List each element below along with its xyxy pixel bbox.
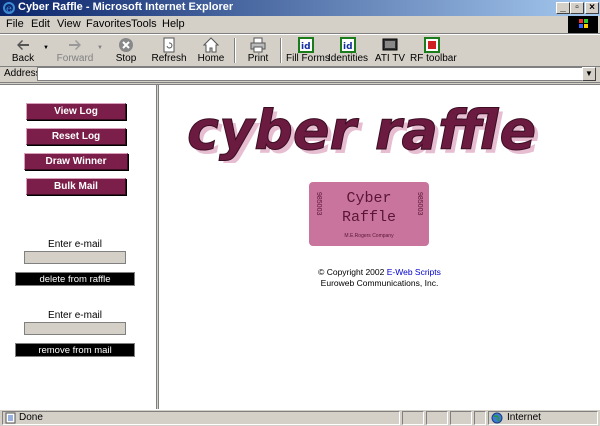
back-button[interactable]: Back: [4, 35, 42, 66]
reset-log-button[interactable]: Reset Log: [26, 128, 126, 145]
zone-panel: Internet: [488, 411, 598, 425]
fill-forms-label: Fill Forms: [286, 53, 330, 64]
menu-help[interactable]: Help: [162, 18, 185, 30]
copyright-prefix: © Copyright 2002: [318, 267, 387, 277]
ticket-subtext: M.E.Rogers Company: [344, 233, 394, 239]
cyber-raffle-logo: cyber raffle cyber raffle: [187, 103, 540, 163]
close-button[interactable]: ×: [585, 2, 599, 14]
remove-from-mail-button[interactable]: remove from mail: [15, 343, 135, 357]
maximize-button[interactable]: ▫: [570, 2, 584, 14]
stop-label: Stop: [115, 53, 137, 64]
toolbar-separator: [280, 38, 282, 63]
stop-button[interactable]: Stop: [108, 35, 144, 66]
identities-button[interactable]: id Identities: [328, 35, 368, 66]
tv-icon: [382, 38, 398, 51]
forward-arrow-icon: [69, 40, 81, 50]
refresh-icon: [163, 37, 175, 53]
identities-label: Identities: [328, 53, 369, 64]
stop-icon: [119, 38, 133, 52]
status-panel: [426, 411, 448, 425]
fill-forms-icon: id: [298, 37, 314, 53]
home-icon: [203, 37, 219, 53]
menu-edit[interactable]: Edit: [31, 18, 50, 30]
back-arrow-icon: [17, 40, 29, 50]
print-label: Print: [247, 53, 269, 64]
svg-text:id: id: [343, 42, 353, 52]
bulk-mail-button[interactable]: Bulk Mail: [26, 178, 126, 195]
ati-tv-button[interactable]: ATI TV: [372, 35, 408, 66]
address-input[interactable]: [37, 67, 583, 81]
forward-label: Forward: [56, 53, 94, 64]
delete-email-field[interactable]: [24, 251, 126, 264]
menu-file[interactable]: File: [6, 18, 24, 30]
svg-text:id: id: [301, 42, 311, 52]
back-label: Back: [11, 53, 35, 64]
status-bar: Done Internet: [0, 409, 600, 426]
toolbar: Back ▼ Forward ▼ Stop Refresh Home Print…: [0, 34, 600, 67]
ticket-line1: Cyber: [346, 190, 392, 207]
raffle-ticket-image: 985003 Cyber Raffle 985003 M.E.Rogers Co…: [309, 182, 429, 246]
toolbar-separator: [234, 38, 236, 63]
ie-icon: e: [3, 2, 15, 15]
window-title: Cyber Raffle - Microsoft Internet Explor…: [18, 1, 234, 13]
home-button[interactable]: Home: [193, 35, 229, 66]
status-panel: [474, 411, 486, 425]
svg-text:e: e: [6, 4, 12, 15]
delete-from-raffle-button[interactable]: delete from raffle: [15, 272, 135, 286]
menu-tools[interactable]: Tools: [131, 18, 157, 30]
enter-email-label: Enter e-mail: [48, 310, 102, 321]
address-dropdown-button[interactable]: ▼: [582, 67, 596, 81]
back-dropdown[interactable]: ▼: [42, 35, 50, 66]
menu-bar: File Edit View Favorites Tools Help: [0, 16, 600, 34]
title-bar: e Cyber Raffle - Microsoft Internet Expl…: [0, 0, 600, 16]
right-frame: cyber raffle cyber raffle 985003 Cyber R…: [159, 85, 600, 409]
ticket-number-right: 985003: [416, 192, 423, 216]
forward-button[interactable]: Forward: [54, 35, 96, 66]
browser-content: View Log Reset Log Draw Winner Bulk Mail…: [0, 84, 600, 409]
address-bar: Address ▼: [0, 66, 600, 83]
ticket-number-left: 985003: [315, 192, 322, 216]
status-text-panel: Done: [2, 411, 400, 425]
rf-toolbar-button[interactable]: RF toolbar: [410, 35, 457, 66]
status-panel: [402, 411, 424, 425]
copyright-line: © Copyright 2002 E-Web Scripts: [159, 267, 600, 277]
ati-tv-label: ATI TV: [374, 53, 406, 64]
logo-text: cyber raffle: [187, 103, 536, 162]
address-label: Address: [4, 68, 41, 79]
rf-toolbar-label: RF toolbar: [410, 53, 457, 64]
zone-text: Internet: [507, 412, 541, 423]
windows-logo-icon: [568, 16, 598, 33]
minimize-button[interactable]: _: [556, 2, 570, 14]
remove-email-field[interactable]: [24, 322, 126, 335]
print-button[interactable]: Print: [241, 35, 275, 66]
identities-icon: id: [340, 37, 356, 53]
menu-favorites[interactable]: Favorites: [86, 18, 131, 30]
home-label: Home: [197, 53, 225, 64]
forward-dropdown[interactable]: ▼: [96, 35, 104, 66]
view-log-button[interactable]: View Log: [26, 103, 126, 120]
enter-email-label: Enter e-mail: [48, 239, 102, 250]
status-panel: [450, 411, 472, 425]
e-web-scripts-link[interactable]: E-Web Scripts: [387, 267, 441, 277]
ticket-line2: Raffle: [341, 209, 396, 226]
fill-forms-button[interactable]: id Fill Forms: [286, 35, 330, 66]
page-done-icon: [5, 412, 16, 424]
printer-icon: [250, 37, 266, 53]
globe-icon: [491, 412, 503, 424]
refresh-label: Refresh: [151, 53, 187, 64]
rf-toolbar-icon: [424, 37, 440, 53]
company-name: Euroweb Communications, Inc.: [320, 278, 439, 288]
menu-view[interactable]: View: [57, 18, 81, 30]
status-text: Done: [19, 412, 43, 423]
left-frame: View Log Reset Log Draw Winner Bulk Mail…: [0, 85, 156, 409]
refresh-button[interactable]: Refresh: [148, 35, 190, 66]
draw-winner-button[interactable]: Draw Winner: [24, 153, 128, 170]
